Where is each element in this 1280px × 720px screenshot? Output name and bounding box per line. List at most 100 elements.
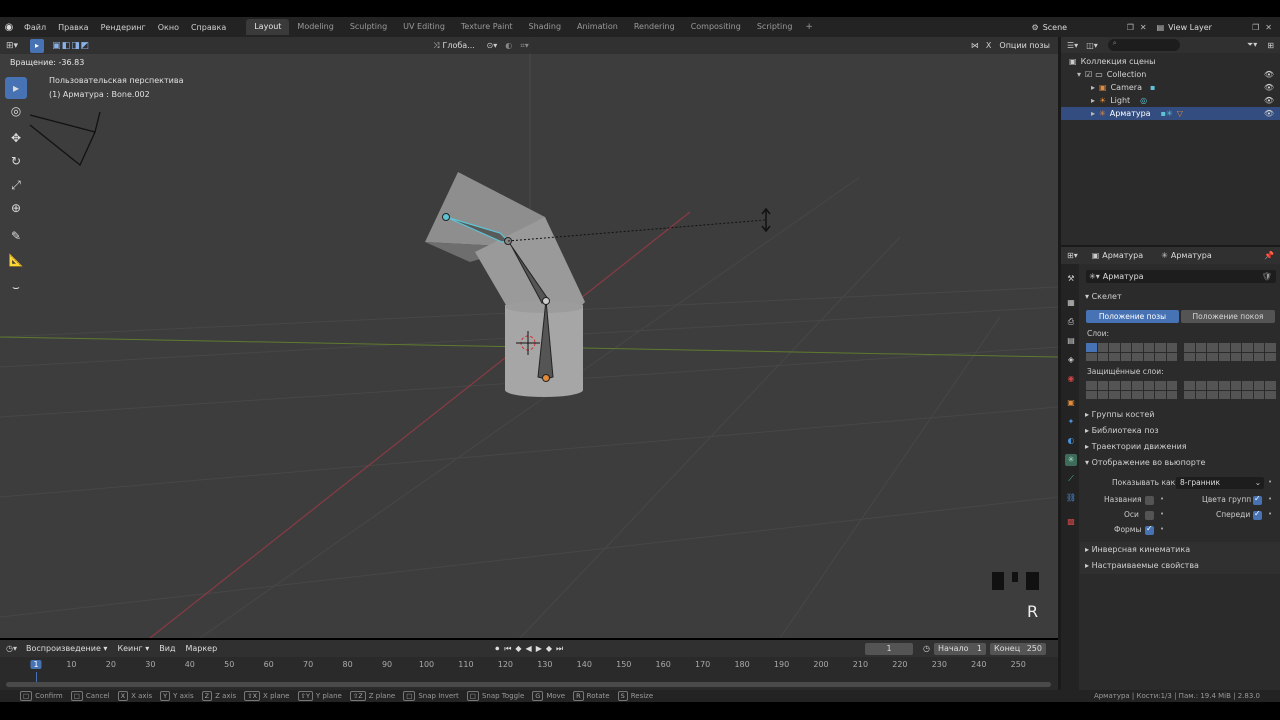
outliner-item-armature[interactable]: ▸ ✳ Арматура ▪✳ ▽ 👁 <box>1061 107 1280 120</box>
current-frame-marker[interactable]: 1 <box>30 660 42 669</box>
pose-position-button[interactable]: Положение позы <box>1086 310 1179 323</box>
layers-grid-right[interactable] <box>1184 343 1276 361</box>
timeline-ruler[interactable]: 1 10 20 30 40 50 60 70 80 90 100 110 120 130 140 150 160… <box>0 658 1058 686</box>
group-colors-checkbox[interactable] <box>1253 494 1262 505</box>
menu-view[interactable]: Вид <box>154 644 180 653</box>
scene-copy-icon[interactable]: ❐ <box>1123 23 1138 32</box>
fake-user-icon[interactable]: 🛡 <box>1258 272 1276 281</box>
menu-keying[interactable]: Кеинг ▾ <box>112 644 154 653</box>
protected-layers-grid-right[interactable] <box>1184 381 1276 399</box>
outliner-item-light[interactable]: ▸ ☀ Light ◎ 👁 <box>1061 94 1280 107</box>
expand-arrow-icon[interactable]: ▸ <box>1091 83 1095 92</box>
menu-file[interactable]: Файл <box>18 23 52 32</box>
physics-tab-icon[interactable]: ◐ <box>1065 435 1077 447</box>
keyframe-dot-icon[interactable]: • <box>1268 478 1272 486</box>
visibility-eye-icon[interactable]: 👁 <box>1264 96 1274 105</box>
jump-start-icon[interactable]: ⏮ <box>502 644 513 654</box>
rotate-tool[interactable]: ↻ <box>5 150 27 172</box>
orientation-icon[interactable]: ⤨ <box>430 41 442 51</box>
expand-arrow-icon[interactable]: ▸ <box>1091 96 1095 105</box>
keyframe-dot-icon[interactable]: • <box>1160 495 1164 503</box>
tab-layout[interactable]: Layout <box>246 19 290 35</box>
modifier-tab-icon[interactable]: ✦ <box>1065 416 1077 428</box>
menu-help[interactable]: Справка <box>185 23 232 32</box>
properties-type-icon[interactable]: ⊞▾ <box>1061 251 1082 260</box>
bone-constraint-tab-icon[interactable]: ⛓ <box>1065 492 1077 504</box>
texture-tab-icon[interactable]: ▩ <box>1065 516 1077 528</box>
scale-tool[interactable]: ⤢ <box>5 174 27 196</box>
jump-end-icon[interactable]: ⏭ <box>554 644 565 654</box>
render-tab-icon[interactable]: ▦ <box>1065 297 1077 309</box>
layers-grid-left[interactable] <box>1086 343 1177 361</box>
editor-type-icon[interactable]: ⊞▾ <box>0 41 22 51</box>
display-as-dropdown[interactable]: 8-гранник ⌄ <box>1176 477 1264 489</box>
navigation-gizmo-icon[interactable] <box>992 572 1039 590</box>
custom-properties-section[interactable]: ▸ Настраиваемые свойства <box>1085 561 1199 570</box>
scene-name[interactable]: Scene <box>1043 23 1123 32</box>
tab-scripting[interactable]: Scripting <box>749 19 801 35</box>
armature-data-tab-icon[interactable]: ✳ <box>1065 454 1077 466</box>
play-icon[interactable]: ▶ <box>534 644 544 653</box>
record-icon[interactable]: ⏺ <box>492 644 502 654</box>
measure-tool[interactable]: 📐 <box>5 249 27 271</box>
pin-icon[interactable]: 📌 <box>1258 251 1280 260</box>
keyframe-dot-icon[interactable]: • <box>1160 510 1164 518</box>
menu-render[interactable]: Рендеринг <box>95 23 152 32</box>
end-frame-field[interactable]: Конец 250 <box>990 642 1046 655</box>
timeline-type-icon[interactable]: ◷▾ <box>0 644 21 653</box>
tab-shading[interactable]: Shading <box>521 19 570 35</box>
bone-tab-icon[interactable]: ⟋ <box>1065 473 1077 485</box>
filter-icon[interactable]: ⏷▾ <box>1243 40 1261 50</box>
bone-groups-section[interactable]: ▸ Группы костей <box>1085 410 1154 419</box>
menu-playback[interactable]: Воспроизведение ▾ <box>21 644 112 653</box>
view-layer-icon[interactable]: ▤ <box>1153 23 1169 32</box>
prev-keyframe-icon[interactable]: ◆ <box>513 644 523 653</box>
world-tab-icon[interactable]: ◉ <box>1065 373 1077 385</box>
checkbox-icon[interactable]: ☑ <box>1085 70 1092 79</box>
select-box-tool[interactable]: ▸ <box>5 77 27 99</box>
viewport-3d[interactable]: Пользовательская перспектива (1) Арматур… <box>0 37 1058 638</box>
timeline-scrollbar[interactable] <box>6 682 1051 687</box>
expand-arrow-icon[interactable]: ▾ <box>1077 70 1081 79</box>
tab-sculpting[interactable]: Sculpting <box>342 19 395 35</box>
ik-section[interactable]: ▸ Инверсная кинематика <box>1085 545 1190 554</box>
tab-animation[interactable]: Animation <box>569 19 626 35</box>
view-layer-name[interactable]: View Layer <box>1168 23 1248 32</box>
start-frame-field[interactable]: Начало 1 <box>934 642 986 655</box>
select-mode-icons[interactable]: ▣◧◨◩ <box>52 41 90 51</box>
tab-texture-paint[interactable]: Texture Paint <box>453 19 521 35</box>
protected-layers-grid-left[interactable] <box>1086 381 1177 399</box>
data-name-field[interactable]: ✳▾ Арматура 🛡 <box>1086 270 1276 283</box>
tab-uv-editing[interactable]: UV Editing <box>395 19 453 35</box>
scene-tab-icon[interactable]: ◈ <box>1065 354 1077 366</box>
tab-compositing[interactable]: Compositing <box>683 19 749 35</box>
cursor-tool[interactable]: ◎ <box>5 100 27 122</box>
pose-tool[interactable]: ⌣ <box>5 276 27 298</box>
new-collection-icon[interactable]: ⊞ <box>1261 41 1280 50</box>
outliner-search-input[interactable]: ⌕ <box>1107 39 1180 51</box>
axes-checkbox[interactable] <box>1145 511 1154 520</box>
pose-options-dropdown[interactable]: Опции позы <box>995 41 1058 50</box>
rest-position-button[interactable]: Положение покоя <box>1181 310 1275 323</box>
visibility-eye-icon[interactable]: 👁 <box>1264 109 1274 118</box>
skeleton-section[interactable]: ▾ Скелет <box>1085 292 1122 301</box>
clock-icon[interactable]: ◷ <box>919 644 934 653</box>
keyframe-dot-icon[interactable]: • <box>1160 525 1164 533</box>
view-layer-close-icon[interactable]: ✕ <box>1263 23 1280 32</box>
pose-library-section[interactable]: ▸ Библиотека поз <box>1085 426 1159 435</box>
current-frame-field[interactable]: 1 <box>865 642 914 655</box>
scene-close-icon[interactable]: ✕ <box>1138 23 1153 32</box>
view-layer-tab-icon[interactable]: ▤ <box>1065 335 1077 347</box>
transform-tool[interactable]: ⊕ <box>5 197 27 219</box>
blender-logo-icon[interactable]: ◉ <box>0 22 18 33</box>
tab-rendering[interactable]: Rendering <box>626 19 683 35</box>
keyframe-dot-icon[interactable]: • <box>1268 510 1272 518</box>
scene-icon[interactable]: ⚙ <box>1028 23 1043 32</box>
select-tool-icon[interactable]: ▸ <box>30 38 45 53</box>
timeline-editor[interactable]: ◷▾ Воспроизведение ▾ Кеинг ▾ Вид Маркер … <box>0 640 1058 690</box>
pivot-icon[interactable]: ⊙▾ <box>482 41 501 50</box>
motion-paths-section[interactable]: ▸ Траектории движения <box>1085 442 1187 451</box>
tab-modeling[interactable]: Modeling <box>289 19 341 35</box>
tool-tab-icon[interactable]: ⚒ <box>1065 273 1077 285</box>
mirror-icon[interactable]: ⋈ <box>968 41 982 50</box>
